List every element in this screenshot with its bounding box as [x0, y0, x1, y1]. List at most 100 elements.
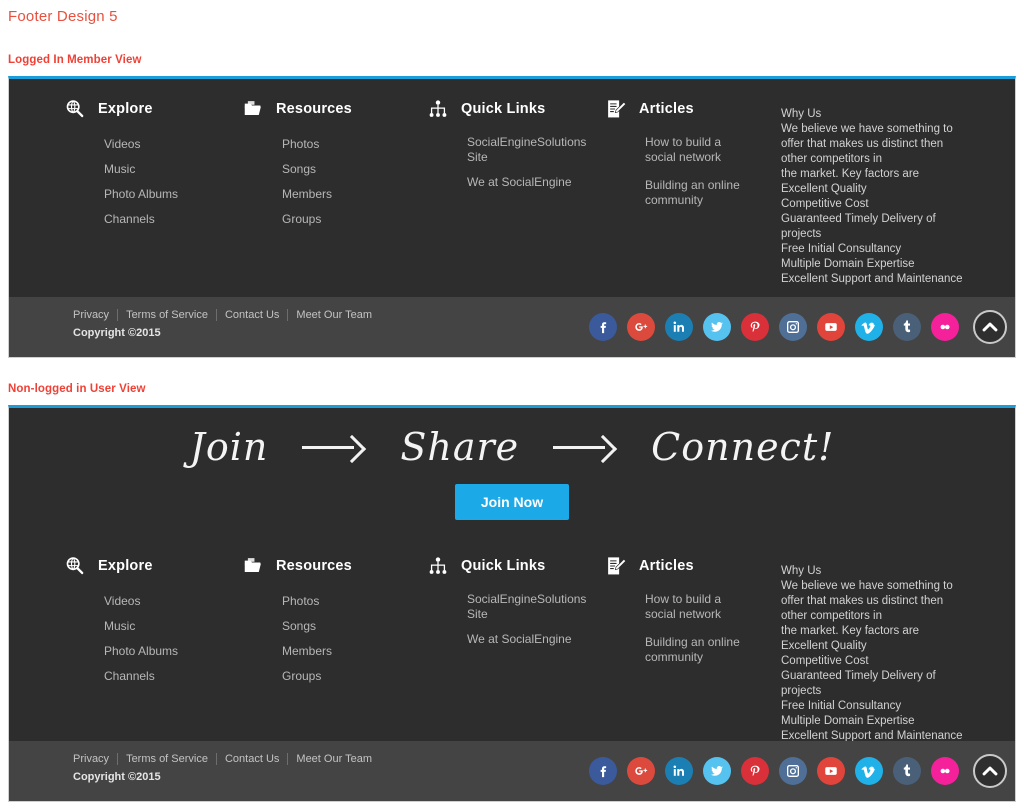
- why-us-line: projects: [781, 685, 822, 697]
- legal-link-contact-us[interactable]: Contact Us: [215, 753, 287, 765]
- footer-link[interactable]: Photos: [282, 594, 319, 609]
- column-link-list: Photos Songs Members Groups: [282, 135, 352, 228]
- why-us-line: Excellent Quality: [781, 183, 867, 195]
- list-item: Channels: [104, 667, 178, 685]
- footer-link[interactable]: Groups: [282, 212, 321, 227]
- why-us-line: Excellent Quality: [781, 640, 867, 652]
- join-now-button[interactable]: Join Now: [454, 484, 570, 520]
- why-us-line: Guaranteed Timely Delivery of: [781, 213, 936, 225]
- list-item: SocialEngineSolutions Site: [467, 592, 607, 623]
- pinterest-icon[interactable]: [741, 313, 769, 341]
- footer-link[interactable]: Members: [282, 187, 332, 202]
- linkedin-icon[interactable]: [665, 757, 693, 785]
- twitter-icon[interactable]: [703, 757, 731, 785]
- bottom-bar-left: Privacy Terms of Service Contact Us Meet Ou…: [73, 753, 380, 783]
- legal-link-meet-our-team[interactable]: Meet Our Team: [287, 309, 380, 321]
- legal-link-terms-of-service[interactable]: Terms of Service: [117, 753, 216, 765]
- column-link-list: How to build a social network Building an…: [645, 592, 755, 667]
- footer-link[interactable]: Music: [104, 162, 135, 177]
- arrow-right-icon: [553, 434, 617, 460]
- page-title: Footer Design 5: [8, 8, 118, 25]
- footer-link[interactable]: We at SocialEngine: [467, 632, 572, 647]
- footer-link[interactable]: Songs: [282, 619, 316, 634]
- sitemap-icon: [427, 555, 449, 577]
- list-item: We at SocialEngine: [467, 630, 607, 648]
- footer-preview-logged-in: Explore Videos Music Photo Albums Channels Re…: [8, 76, 1016, 358]
- footer-link[interactable]: Channels: [104, 669, 155, 684]
- footer-link[interactable]: Channels: [104, 212, 155, 227]
- column-header: Quick Links: [427, 97, 607, 121]
- googleplus-icon[interactable]: [627, 757, 655, 785]
- why-us-line: other competitors in: [781, 153, 882, 165]
- footer-link[interactable]: Photo Albums: [104, 644, 178, 659]
- why-us-line: other competitors in: [781, 610, 882, 622]
- footer-link[interactable]: Songs: [282, 162, 316, 177]
- scroll-to-top-button[interactable]: [973, 310, 1007, 344]
- legal-link-contact-us[interactable]: Contact Us: [215, 309, 287, 321]
- join-share-connect-hero: Join Share Connect! Join Now: [9, 408, 1015, 536]
- column-link-list: SocialEngineSolutions Site We at SocialEn…: [467, 135, 607, 191]
- globe-search-icon: [64, 555, 86, 577]
- footer-columns: Explore Videos Music Photo Albums Channels Re…: [9, 536, 1015, 752]
- column-header: Explore: [64, 97, 178, 121]
- tumblr-icon[interactable]: [893, 757, 921, 785]
- footer-column-explore: Explore Videos Music Photo Albums Channels: [64, 97, 178, 235]
- list-item: Groups: [282, 667, 352, 685]
- footer-preview-non-logged-in: Join Share Connect! Join Now Explore Vide…: [8, 405, 1016, 802]
- vimeo-icon[interactable]: [855, 757, 883, 785]
- footer-link[interactable]: Photo Albums: [104, 187, 178, 202]
- youtube-icon[interactable]: [817, 757, 845, 785]
- why-us-line: the market. Key factors are: [781, 168, 920, 180]
- why-us-line: Multiple Domain Expertise: [781, 258, 915, 270]
- footer-link[interactable]: Building an online community: [645, 178, 755, 208]
- list-item: Photo Albums: [104, 642, 178, 660]
- flickr-icon[interactable]: [931, 757, 959, 785]
- column-title: Articles: [639, 101, 694, 117]
- footer-link[interactable]: How to build a social network: [645, 135, 755, 165]
- why-us-line: the market. Key factors are: [781, 625, 920, 637]
- legal-link-meet-our-team[interactable]: Meet Our Team: [287, 753, 380, 765]
- list-item: Members: [282, 185, 352, 203]
- legal-link-terms-of-service[interactable]: Terms of Service: [117, 309, 216, 321]
- facebook-icon[interactable]: [589, 757, 617, 785]
- googleplus-icon[interactable]: [627, 313, 655, 341]
- document-edit-icon: [605, 98, 627, 120]
- footer-link[interactable]: SocialEngineSolutions Site: [467, 135, 607, 165]
- youtube-icon[interactable]: [817, 313, 845, 341]
- footer-link[interactable]: How to build a social network: [645, 592, 755, 622]
- linkedin-icon[interactable]: [665, 313, 693, 341]
- instagram-icon[interactable]: [779, 313, 807, 341]
- page-root: Footer Design 5 Logged In Member View No…: [0, 0, 1024, 808]
- facebook-icon[interactable]: [589, 313, 617, 341]
- footer-link[interactable]: Members: [282, 644, 332, 659]
- twitter-icon[interactable]: [703, 313, 731, 341]
- arrow-right-icon: [302, 434, 366, 460]
- footer-link[interactable]: We at SocialEngine: [467, 175, 572, 190]
- legal-link-privacy[interactable]: Privacy: [73, 309, 117, 321]
- column-link-list: Videos Music Photo Albums Channels: [104, 592, 178, 685]
- footer-link[interactable]: Photos: [282, 137, 319, 152]
- pinterest-icon[interactable]: [741, 757, 769, 785]
- footer-link[interactable]: Groups: [282, 669, 321, 684]
- column-header: Resources: [242, 97, 352, 121]
- column-link-list: Videos Music Photo Albums Channels: [104, 135, 178, 228]
- footer-link[interactable]: Videos: [104, 137, 140, 152]
- footer-column-quick-links: Quick Links SocialEngineSolutions Site We …: [427, 97, 607, 198]
- footer-link[interactable]: SocialEngineSolutions Site: [467, 592, 607, 622]
- vimeo-icon[interactable]: [855, 313, 883, 341]
- tumblr-icon[interactable]: [893, 313, 921, 341]
- legal-link-privacy[interactable]: Privacy: [73, 753, 117, 765]
- list-item: We at SocialEngine: [467, 173, 607, 191]
- footer-link[interactable]: Videos: [104, 594, 140, 609]
- column-header: Explore: [64, 554, 178, 578]
- instagram-icon[interactable]: [779, 757, 807, 785]
- why-us-line: Excellent Support and Maintenance: [781, 273, 963, 285]
- flickr-icon[interactable]: [931, 313, 959, 341]
- footer-link[interactable]: Building an online community: [645, 635, 755, 665]
- footer-link[interactable]: Music: [104, 619, 135, 634]
- scroll-to-top-button[interactable]: [973, 754, 1007, 788]
- why-us-block: Why Us We believe we have something to off…: [781, 564, 996, 744]
- footer-column-articles: Articles How to build a social network Bui…: [605, 554, 755, 678]
- column-link-list: How to build a social network Building an…: [645, 135, 755, 210]
- hero-word-connect: Connect!: [651, 425, 835, 469]
